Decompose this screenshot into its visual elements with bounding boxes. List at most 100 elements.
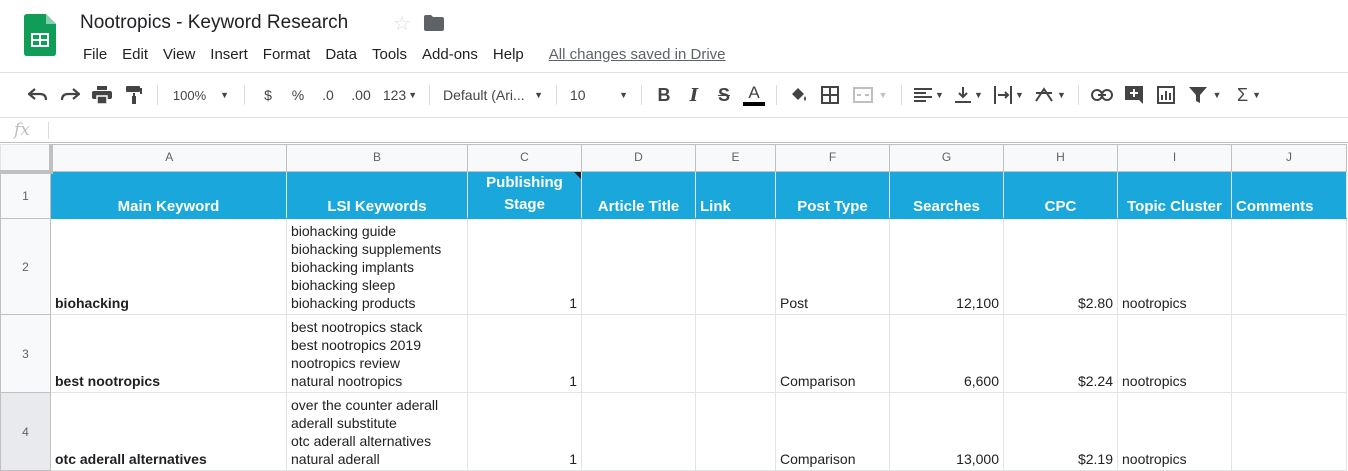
borders-icon[interactable] <box>814 80 846 110</box>
column-header-b[interactable]: B <box>286 144 468 172</box>
cell-publishing-stage[interactable]: 1 <box>467 392 582 471</box>
cell-header-searches[interactable]: Searches <box>889 171 1004 219</box>
select-all-corner[interactable] <box>0 144 53 174</box>
cell-article-title[interactable] <box>581 314 696 393</box>
vertical-align-icon[interactable]: ▼ <box>949 80 989 110</box>
strikethrough-button[interactable]: S <box>709 80 739 110</box>
percent-format-button[interactable]: % <box>284 80 312 110</box>
cell-comments[interactable] <box>1231 218 1347 315</box>
functions-icon[interactable]: Σ ▼ <box>1228 80 1270 110</box>
cell-comments[interactable] <box>1231 392 1347 471</box>
column-header-g[interactable]: G <box>889 144 1004 172</box>
cell-lsi-keywords[interactable]: over the counter aderall aderall substit… <box>286 392 468 471</box>
cell-article-title[interactable] <box>581 218 696 315</box>
cell-link[interactable] <box>695 218 776 315</box>
increase-decimal-button[interactable]: .00 <box>344 80 378 110</box>
cell-header-topic-cluster[interactable]: Topic Cluster <box>1117 171 1232 219</box>
insert-chart-icon[interactable] <box>1150 80 1182 110</box>
menu-addons[interactable]: Add-ons <box>418 46 482 63</box>
cell-header-lsi-keywords[interactable]: LSI Keywords <box>286 171 468 219</box>
folder-icon[interactable] <box>424 15 444 36</box>
undo-button[interactable] <box>22 80 54 110</box>
menu-insert[interactable]: Insert <box>206 46 252 63</box>
cell-searches[interactable]: 12,100 <box>889 218 1004 315</box>
cell-topic-cluster[interactable]: nootropics <box>1117 314 1232 393</box>
document-title[interactable]: Nootropics - Keyword Research <box>80 12 348 34</box>
sheets-logo-icon[interactable] <box>24 14 56 56</box>
cell-lsi-keywords[interactable]: best nootropics stack best nootropics 20… <box>286 314 468 393</box>
cell-header-publishing-stage[interactable]: Publishing Stage <box>467 171 582 219</box>
lsi-keyword: nootropics review <box>291 355 400 371</box>
cell-post-type[interactable]: Comparison <box>775 392 890 471</box>
star-icon[interactable]: ☆ <box>393 11 411 36</box>
row-header[interactable]: 3 <box>0 314 51 393</box>
cell-header-article-title[interactable]: Article Title <box>581 171 696 219</box>
column-header-d[interactable]: D <box>581 144 696 172</box>
cell-searches[interactable]: 13,000 <box>889 392 1004 471</box>
column-header-e[interactable]: E <box>695 144 776 172</box>
text-rotation-icon[interactable]: ▼ <box>1029 80 1071 110</box>
column-header-i[interactable]: I <box>1117 144 1232 172</box>
cell-header-comments[interactable]: Comments <box>1231 171 1347 219</box>
cell-topic-cluster[interactable]: nootropics <box>1117 218 1232 315</box>
cell-cpc[interactable]: $2.24 <box>1003 314 1118 393</box>
formula-input[interactable] <box>56 120 1336 140</box>
cell-header-post-type[interactable]: Post Type <box>775 171 890 219</box>
cell-publishing-stage[interactable]: 1 <box>467 218 582 315</box>
chevron-down-icon: ▼ <box>1252 90 1262 100</box>
save-status-link[interactable]: All changes saved in Drive <box>549 46 726 63</box>
font-family-select[interactable]: Default (Ari... ▼ <box>437 80 549 110</box>
italic-button[interactable]: I <box>679 80 709 110</box>
row-header[interactable]: 1 <box>0 171 51 219</box>
column-header-a[interactable]: A <box>50 144 287 172</box>
cell-lsi-keywords[interactable]: biohacking guide biohacking supplements … <box>286 218 468 315</box>
cell-cpc[interactable]: $2.19 <box>1003 392 1118 471</box>
zoom-select[interactable]: 100% ▼ <box>165 80 237 110</box>
decrease-decimal-button[interactable]: .0 <box>312 80 344 110</box>
column-header-j[interactable]: J <box>1231 144 1347 172</box>
cell-post-type[interactable]: Post <box>775 218 890 315</box>
cell-topic-cluster[interactable]: nootropics <box>1117 392 1232 471</box>
paint-format-icon[interactable] <box>118 80 150 110</box>
menu-file[interactable]: File <box>79 46 111 63</box>
row-header[interactable]: 4 <box>0 392 51 471</box>
menu-help[interactable]: Help <box>489 46 528 63</box>
menu-view[interactable]: View <box>159 46 199 63</box>
merge-cells-icon[interactable]: ▼ <box>846 80 894 110</box>
menu-tools[interactable]: Tools <box>368 46 411 63</box>
redo-button[interactable] <box>54 80 86 110</box>
print-icon[interactable] <box>86 80 118 110</box>
cell-post-type[interactable]: Comparison <box>775 314 890 393</box>
column-header-c[interactable]: C <box>467 144 582 172</box>
font-size-select[interactable]: 10 ▼ <box>564 80 634 110</box>
cell-main-keyword[interactable]: best nootropics <box>50 314 287 393</box>
cell-header-main-keyword[interactable]: Main Keyword <box>50 171 287 219</box>
text-wrapping-icon[interactable]: ▼ <box>989 80 1029 110</box>
column-header-h[interactable]: H <box>1003 144 1118 172</box>
cell-cpc[interactable]: $2.80 <box>1003 218 1118 315</box>
cell-header-cpc[interactable]: CPC <box>1003 171 1118 219</box>
cell-link[interactable] <box>695 314 776 393</box>
more-formats-button[interactable]: 123 ▼ <box>378 80 422 110</box>
currency-format-button[interactable]: $ <box>252 80 284 110</box>
insert-link-icon[interactable] <box>1086 80 1118 110</box>
cell-publishing-stage[interactable]: 1 <box>467 314 582 393</box>
cell-main-keyword[interactable]: biohacking <box>50 218 287 315</box>
cell-searches[interactable]: 6,600 <box>889 314 1004 393</box>
menu-data[interactable]: Data <box>321 46 361 63</box>
menu-format[interactable]: Format <box>259 46 315 63</box>
row-header[interactable]: 2 <box>0 218 51 315</box>
cell-comments[interactable] <box>1231 314 1347 393</box>
fill-color-icon[interactable] <box>784 80 814 110</box>
bold-button[interactable]: B <box>649 80 679 110</box>
cell-header-link[interactable]: Link <box>695 171 776 219</box>
insert-comment-icon[interactable] <box>1118 80 1150 110</box>
cell-article-title[interactable] <box>581 392 696 471</box>
filter-icon[interactable]: ▼ <box>1182 80 1228 110</box>
menu-edit[interactable]: Edit <box>118 46 152 63</box>
column-header-f[interactable]: F <box>775 144 890 172</box>
horizontal-align-icon[interactable]: ▼ <box>909 80 949 110</box>
cell-main-keyword[interactable]: otc aderall alternatives <box>50 392 287 471</box>
text-color-button[interactable]: A <box>739 80 769 110</box>
cell-link[interactable] <box>695 392 776 471</box>
